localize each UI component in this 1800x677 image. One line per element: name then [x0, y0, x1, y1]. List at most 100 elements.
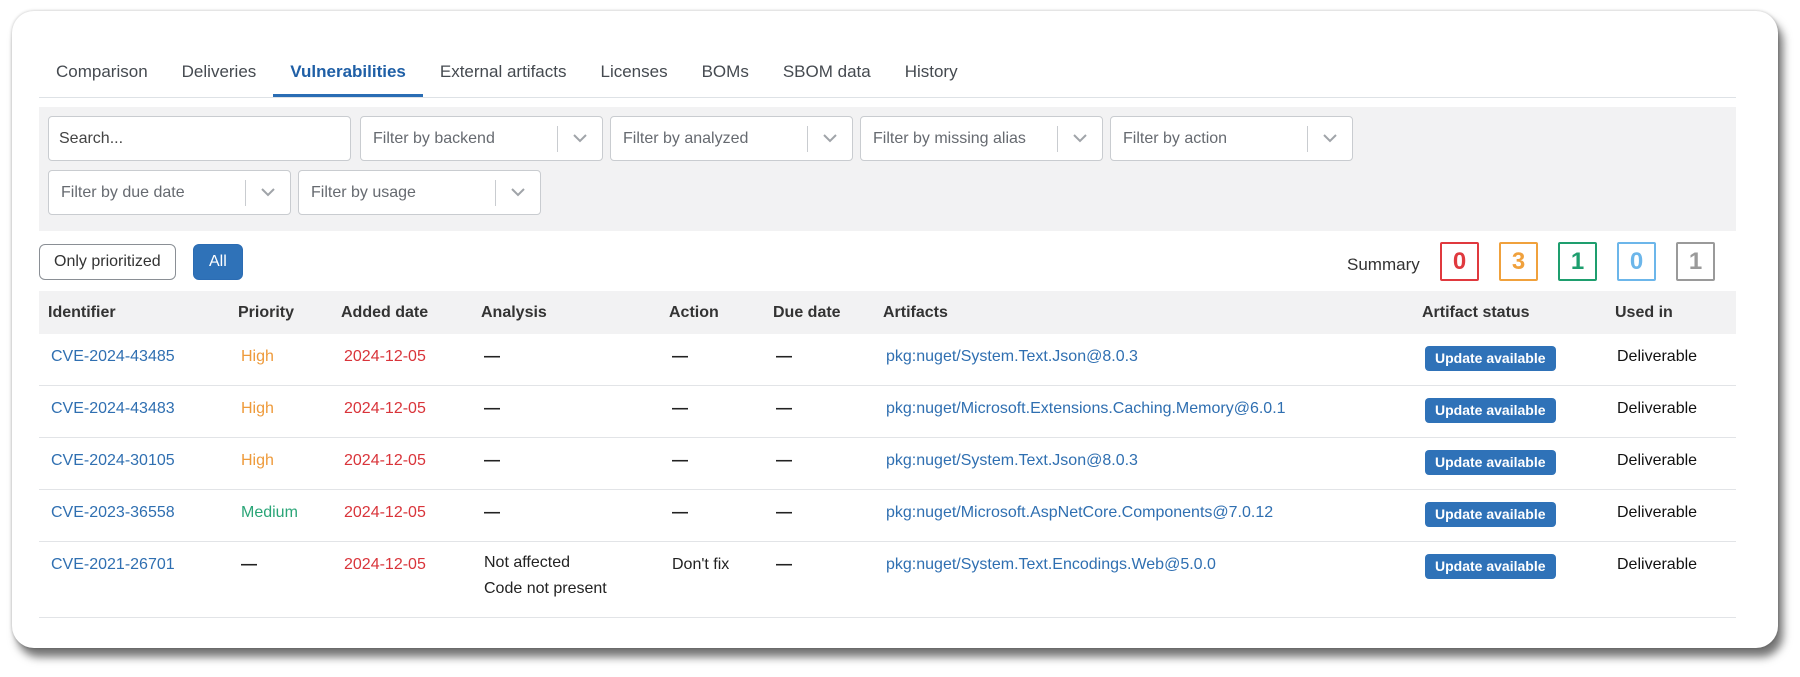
filter-analyzed-placeholder: Filter by analyzed	[623, 129, 749, 147]
header-due-date[interactable]: Due date	[773, 304, 841, 322]
header-artifacts[interactable]: Artifacts	[883, 304, 948, 322]
analysis-value: Not affected Code not present	[484, 550, 607, 602]
table-header: Identifier Priority Added date Analysis …	[39, 291, 1736, 334]
summary-count-critical: 0	[1440, 242, 1479, 281]
chevron-down-icon	[1058, 134, 1102, 143]
filter-backend-placeholder: Filter by backend	[373, 129, 495, 147]
analysis-value: —	[484, 400, 500, 417]
filter-action-placeholder: Filter by action	[1123, 129, 1228, 147]
used-in-value: Deliverable	[1617, 504, 1698, 521]
table-row: CVE-2024-30105 High 2024-12-05 — — — pkg…	[39, 438, 1736, 490]
cve-identifier-link[interactable]: CVE-2023-36558	[51, 504, 175, 522]
header-added-date[interactable]: Added date	[341, 304, 428, 322]
used-in-value: Deliverable	[1617, 400, 1698, 417]
filter-action-select[interactable]: Filter by action	[1110, 116, 1353, 161]
tab-vulnerabilities[interactable]: Vulnerabilities	[273, 49, 423, 97]
analysis-value: —	[484, 348, 500, 365]
summary-count-low: 0	[1617, 242, 1656, 281]
cve-identifier-link[interactable]: CVE-2021-26701	[51, 556, 175, 574]
action-value: Don't fix	[672, 556, 730, 573]
tab-history[interactable]: History	[888, 49, 975, 95]
all-button[interactable]: All	[193, 244, 243, 280]
filter-missing-alias-select[interactable]: Filter by missing alias	[860, 116, 1103, 161]
cve-identifier-link[interactable]: CVE-2024-43485	[51, 348, 175, 366]
only-prioritized-button[interactable]: Only prioritized	[39, 244, 176, 280]
due-date-value: —	[776, 348, 792, 365]
panel-card: Comparison Deliveries Vulnerabilities Ex…	[12, 11, 1778, 648]
added-date-value: 2024-12-05	[344, 348, 426, 365]
added-date-value: 2024-12-05	[344, 504, 426, 521]
table-row: CVE-2024-43485 High 2024-12-05 — — — pkg…	[39, 334, 1736, 386]
tab-licenses[interactable]: Licenses	[583, 49, 684, 95]
used-in-value: Deliverable	[1617, 556, 1698, 573]
filter-usage-select[interactable]: Filter by usage	[298, 170, 541, 215]
filter-usage-placeholder: Filter by usage	[311, 183, 416, 201]
action-value: —	[672, 452, 688, 469]
added-date-value: 2024-12-05	[344, 400, 426, 417]
artifact-status-badge: Update available	[1425, 450, 1556, 475]
due-date-value: —	[776, 400, 792, 417]
header-artifact-status[interactable]: Artifact status	[1422, 304, 1530, 322]
tab-bar: Comparison Deliveries Vulnerabilities Ex…	[39, 49, 1736, 98]
artifact-status-badge: Update available	[1425, 398, 1556, 423]
action-value: —	[672, 504, 688, 521]
analysis-state: Not affected	[484, 554, 570, 571]
artifact-status-badge: Update available	[1425, 346, 1556, 371]
artifact-status-badge: Update available	[1425, 502, 1556, 527]
chevron-down-icon	[496, 188, 540, 197]
table-row: CVE-2023-36558 Medium 2024-12-05 — — — p…	[39, 490, 1736, 542]
search-input[interactable]	[48, 116, 351, 161]
tab-deliveries[interactable]: Deliveries	[165, 49, 274, 95]
filter-missing-alias-placeholder: Filter by missing alias	[873, 129, 1026, 147]
priority-value: High	[241, 400, 274, 417]
header-priority[interactable]: Priority	[238, 304, 294, 322]
tab-sbom-data[interactable]: SBOM data	[766, 49, 888, 95]
chevron-down-icon	[1308, 134, 1352, 143]
priority-value: High	[241, 348, 274, 365]
artifact-link[interactable]: pkg:nuget/System.Text.Encodings.Web@5.0.…	[886, 556, 1216, 574]
filter-due-date-placeholder: Filter by due date	[61, 183, 185, 201]
filter-backend-select[interactable]: Filter by backend	[360, 116, 603, 161]
chevron-down-icon	[808, 134, 852, 143]
table-row: CVE-2021-26701 — 2024-12-05 Not affected…	[39, 542, 1736, 618]
summary-count-none: 1	[1676, 242, 1715, 281]
due-date-value: —	[776, 504, 792, 521]
due-date-value: —	[776, 556, 792, 573]
action-value: —	[672, 400, 688, 417]
header-used-in[interactable]: Used in	[1615, 304, 1673, 322]
used-in-value: Deliverable	[1617, 348, 1698, 365]
summary-label: Summary	[1347, 255, 1420, 274]
action-value: —	[672, 348, 688, 365]
header-identifier[interactable]: Identifier	[48, 304, 116, 322]
table-row: CVE-2024-43483 High 2024-12-05 — — — pkg…	[39, 386, 1736, 438]
tab-external-artifacts[interactable]: External artifacts	[423, 49, 584, 95]
artifact-status-badge: Update available	[1425, 554, 1556, 579]
artifact-link[interactable]: pkg:nuget/Microsoft.Extensions.Caching.M…	[886, 400, 1286, 418]
analysis-justification: Code not present	[484, 580, 607, 597]
tab-comparison[interactable]: Comparison	[39, 49, 165, 95]
analysis-value: —	[484, 504, 500, 521]
header-action[interactable]: Action	[669, 304, 719, 322]
filter-analyzed-select[interactable]: Filter by analyzed	[610, 116, 853, 161]
filter-panel: Filter by backend Filter by analyzed Fil…	[39, 107, 1736, 231]
artifact-link[interactable]: pkg:nuget/System.Text.Json@8.0.3	[886, 452, 1138, 470]
chevron-down-icon	[558, 134, 602, 143]
due-date-value: —	[776, 452, 792, 469]
chevron-down-icon	[246, 188, 290, 197]
summary-count-medium: 1	[1558, 242, 1597, 281]
tab-boms[interactable]: BOMs	[685, 49, 766, 95]
priority-value: —	[241, 556, 257, 573]
analysis-value: —	[484, 452, 500, 469]
header-analysis[interactable]: Analysis	[481, 304, 547, 322]
added-date-value: 2024-12-05	[344, 452, 426, 469]
artifact-link[interactable]: pkg:nuget/System.Text.Json@8.0.3	[886, 348, 1138, 366]
cve-identifier-link[interactable]: CVE-2024-30105	[51, 452, 175, 470]
used-in-value: Deliverable	[1617, 452, 1698, 469]
priority-value: Medium	[241, 504, 298, 521]
priority-value: High	[241, 452, 274, 469]
summary-count-high: 3	[1499, 242, 1538, 281]
added-date-value: 2024-12-05	[344, 556, 426, 573]
filter-due-date-select[interactable]: Filter by due date	[48, 170, 291, 215]
artifact-link[interactable]: pkg:nuget/Microsoft.AspNetCore.Component…	[886, 504, 1273, 522]
cve-identifier-link[interactable]: CVE-2024-43483	[51, 400, 175, 418]
